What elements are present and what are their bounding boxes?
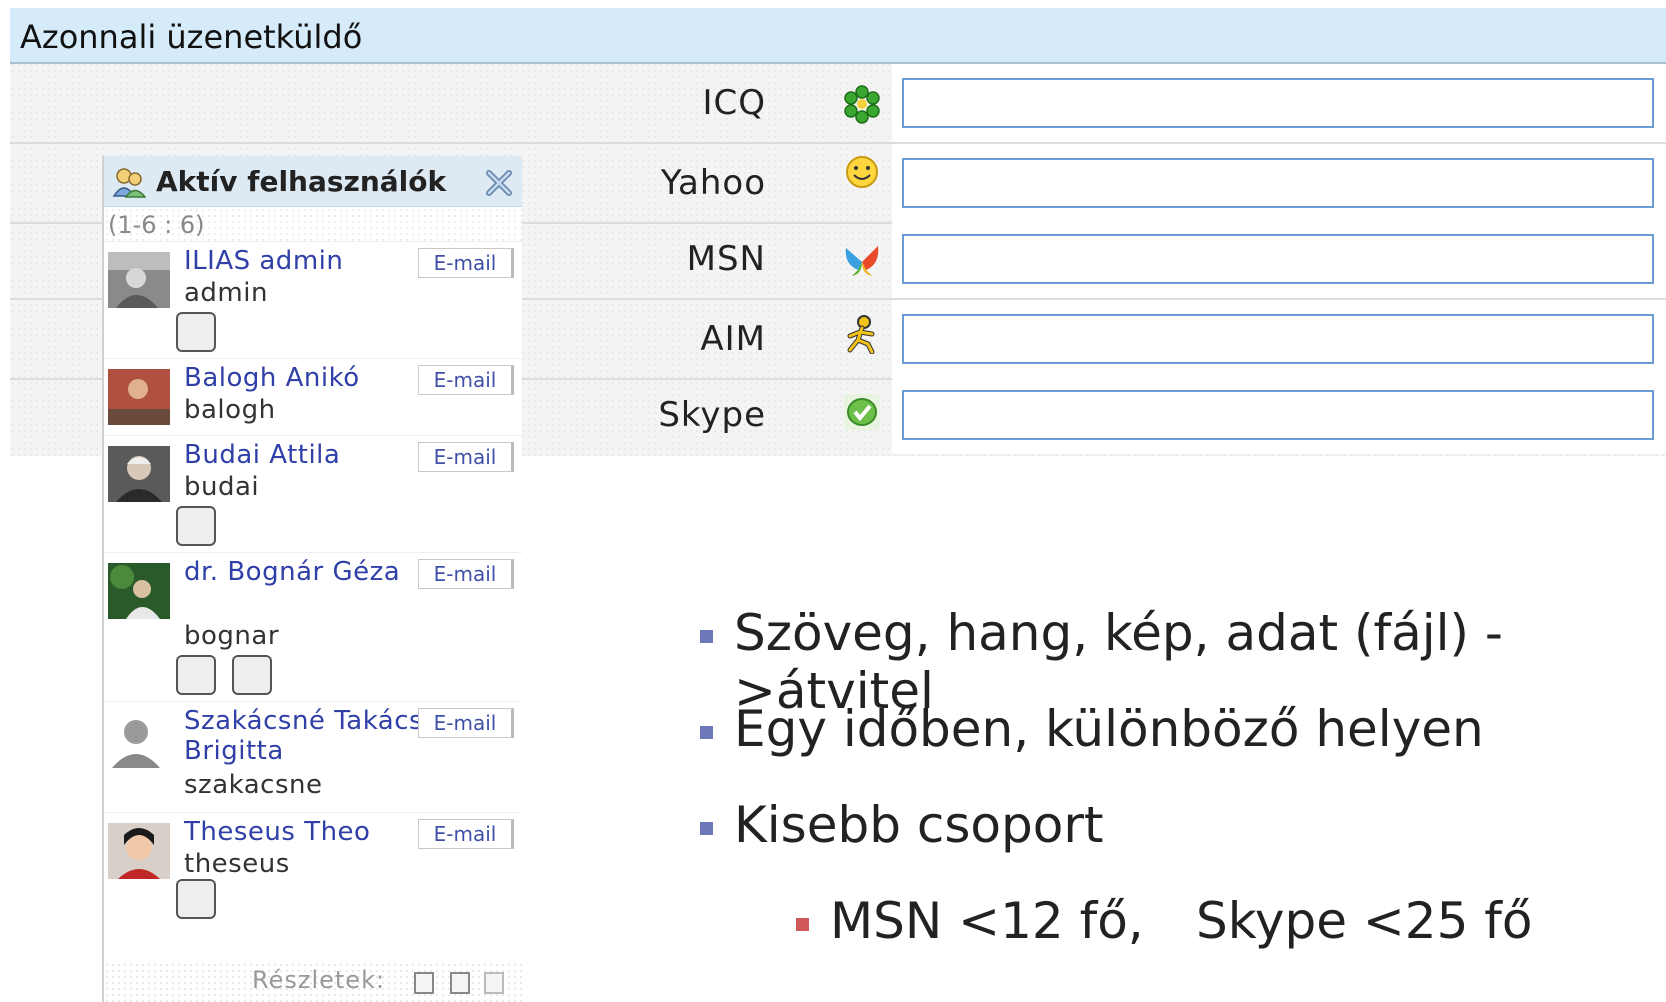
email-button[interactable]: E-mail xyxy=(418,559,514,589)
status-check-icon[interactable] xyxy=(176,506,216,546)
email-button[interactable]: E-mail xyxy=(418,248,514,278)
bullet-item: Kisebb csoport xyxy=(734,796,1104,854)
status-check-icon[interactable] xyxy=(176,879,216,919)
avatar xyxy=(108,563,170,619)
detail-view-medium-icon[interactable] xyxy=(450,972,470,994)
user-item: Budai Attila budai E-mail xyxy=(104,435,522,552)
user-item: Szakácsné Takács Brigitta szakacsne E-ma… xyxy=(104,701,522,812)
users-count: (1-6 : 6) xyxy=(104,207,522,241)
yahoo-label: Yahoo xyxy=(660,163,766,203)
status-check-icon[interactable] xyxy=(176,312,216,352)
details-label: Részletek: xyxy=(252,966,386,994)
bullet-marker xyxy=(700,822,713,835)
close-icon[interactable] xyxy=(484,168,514,198)
detail-view-full-icon[interactable] xyxy=(484,972,504,994)
active-users-title: Aktív felhasználók xyxy=(156,165,447,198)
skype-input[interactable] xyxy=(902,390,1654,440)
aim-running-man-icon xyxy=(847,315,875,354)
user-login: admin xyxy=(184,278,268,308)
user-name-link[interactable]: ILIAS admin xyxy=(184,246,343,276)
icq-row: ICQ xyxy=(10,64,1666,144)
icq-flower-icon xyxy=(844,85,880,124)
bullet-marker xyxy=(700,726,713,739)
msn-butterfly-icon xyxy=(845,246,879,276)
icq-input[interactable] xyxy=(902,78,1654,128)
email-button[interactable]: E-mail xyxy=(418,708,514,738)
user-login: balogh xyxy=(184,395,276,425)
user-item: dr. Bognár Géza bognar E-mail xyxy=(104,552,522,701)
avatar xyxy=(108,446,170,502)
avatar xyxy=(108,823,170,879)
user-name-link[interactable]: Budai Attila xyxy=(184,440,340,470)
user-name-link[interactable]: dr. Bognár Géza xyxy=(184,557,400,587)
user-login: budai xyxy=(184,472,260,502)
email-button[interactable]: E-mail xyxy=(418,442,514,472)
skype-label: Skype xyxy=(658,395,766,435)
msn-input[interactable] xyxy=(902,234,1654,284)
bullet-item: Egy időben, különböző helyen xyxy=(734,700,1484,758)
email-button[interactable]: E-mail xyxy=(418,819,514,849)
sub-bullet-msn: MSN <12 fő, xyxy=(830,892,1144,950)
user-item: Balogh Anikó balogh E-mail xyxy=(104,358,522,435)
status-check-icon[interactable] xyxy=(176,655,216,695)
avatar xyxy=(108,369,170,425)
detail-view-small-icon[interactable] xyxy=(414,972,434,994)
yahoo-smiley-icon xyxy=(846,156,878,188)
user-login: theseus xyxy=(184,849,290,879)
avatar xyxy=(108,712,170,768)
skype-icon xyxy=(844,394,880,430)
user-name-link[interactable]: Balogh Anikó xyxy=(184,363,360,393)
user-login: szakacsne xyxy=(184,770,323,800)
active-users-header: Aktív felhasználók xyxy=(104,156,522,207)
bullet-marker xyxy=(700,630,713,643)
avatar xyxy=(108,252,170,308)
yahoo-input[interactable] xyxy=(902,158,1654,208)
email-button[interactable]: E-mail xyxy=(418,365,514,395)
instant-messenger-title: Azonnali üzenetküldő xyxy=(10,8,1666,64)
aim-label: AIM xyxy=(700,319,766,359)
sub-bullet-skype: Skype <25 fő xyxy=(1196,892,1533,950)
user-name-link[interactable]: Theseus Theo xyxy=(184,817,370,847)
active-users-panel: Aktív felhasználók (1-6 : 6) ILIAS admin… xyxy=(102,156,522,1002)
users-footer: Részletek: xyxy=(104,962,522,1002)
msn-label: MSN xyxy=(686,239,766,279)
user-item: Theseus Theo theseus E-mail xyxy=(104,812,522,933)
user-login: bognar xyxy=(184,621,280,651)
users-group-icon xyxy=(112,168,146,198)
icq-label: ICQ xyxy=(702,83,766,123)
sub-bullet-marker xyxy=(796,918,809,931)
aim-input[interactable] xyxy=(902,314,1654,364)
status-check-icon[interactable] xyxy=(232,655,272,695)
user-item: ILIAS admin admin E-mail xyxy=(104,241,522,358)
